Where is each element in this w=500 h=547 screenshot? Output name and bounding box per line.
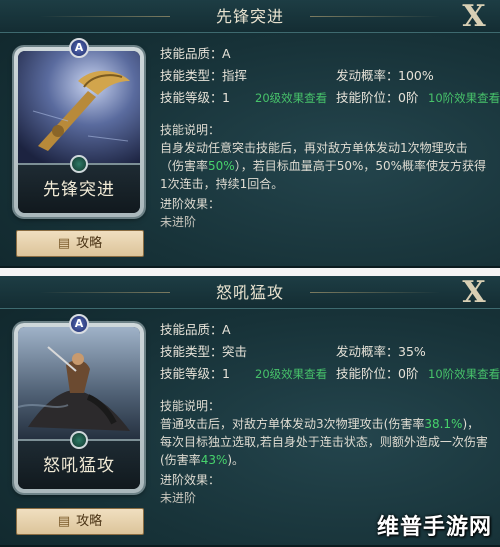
rank-effect-link[interactable]: 10阶效果查看 xyxy=(428,365,500,383)
guide-label: 攻略 xyxy=(76,514,103,529)
book-icon: ▤ xyxy=(57,236,71,251)
level-effect-link[interactable]: 20级效果查看 xyxy=(255,89,327,107)
rank-value: 0阶 xyxy=(398,366,419,381)
skill-card: A 怒吼猛攻 xyxy=(14,314,144,493)
type-label: 技能类型： xyxy=(160,344,223,359)
skill-panel-2: 怒吼猛攻 X A 怒吼猛攻 ▤ 攻略 技能品质： A 技能类型： 突击 发动概率… xyxy=(0,276,500,547)
desc-label: 技能说明： xyxy=(160,123,221,137)
skill-description: 技能说明： 自身发动任意突击技能后，再对敌方单体发动1次物理攻击 （伤害率50%… xyxy=(160,121,490,231)
trigger-value: 100% xyxy=(398,68,434,83)
skill-panel-1: 先锋突进 X A 先锋突进 ▤ 攻略 技能品质： A 技能类型： 指挥 发动概率… xyxy=(0,0,500,268)
skill-art-image xyxy=(18,327,140,439)
advance-value: 未进阶 xyxy=(160,491,197,505)
quality-label: 技能品质： xyxy=(160,322,223,337)
type-value: 突击 xyxy=(222,344,248,359)
desc-line: 1次连击，持续1回合。 xyxy=(160,177,284,191)
trigger-value: 35% xyxy=(398,344,426,359)
skill-art-image xyxy=(18,51,140,163)
level-label: 技能等级： xyxy=(160,366,223,381)
skill-description: 技能说明： 普通攻击后，对敌方单体发动3次物理攻击(伤害率38.1%)， 每次目… xyxy=(160,397,490,507)
advance-label: 进阶效果： xyxy=(160,473,221,487)
desc-line: （伤害率50%），若目标血量高于50%，50%概率使友方获得 xyxy=(160,159,487,173)
desc-line: 普通攻击后，对敌方单体发动3次物理攻击(伤害率38.1%)， xyxy=(160,417,480,431)
desc-line: (伤害率43%)。 xyxy=(160,453,245,467)
level-label: 技能等级： xyxy=(160,90,223,105)
type-label: 技能类型： xyxy=(160,68,223,83)
trigger-label: 发动概率： xyxy=(336,344,399,359)
quality-badge: A xyxy=(69,38,89,58)
advance-value: 未进阶 xyxy=(160,215,197,229)
desc-line: 自身发动任意突击技能后，再对敌方单体发动1次物理攻击 xyxy=(160,141,468,155)
quality-label: 技能品质： xyxy=(160,46,223,61)
level-value: 1 xyxy=(222,90,230,105)
skill-type-icon xyxy=(70,431,88,449)
rank-label: 技能阶位： xyxy=(336,90,399,105)
guide-button[interactable]: ▤ 攻略 xyxy=(16,230,144,257)
quality-value: A xyxy=(222,322,231,337)
book-icon: ▤ xyxy=(57,514,71,529)
desc-line: 每次目标独立选取,若自身处于连击状态，则额外造成一次伤害 xyxy=(160,435,488,449)
panel-title: 怒吼猛攻 xyxy=(0,276,500,309)
close-button[interactable]: X xyxy=(454,1,494,33)
skill-type-icon xyxy=(70,155,88,173)
level-effect-link[interactable]: 20级效果查看 xyxy=(255,365,327,383)
guide-label: 攻略 xyxy=(76,236,103,251)
quality-value: A xyxy=(222,46,231,61)
panel-divider xyxy=(0,268,500,276)
site-watermark: 维普手游网 xyxy=(376,515,492,540)
advance-label: 进阶效果： xyxy=(160,197,221,211)
level-value: 1 xyxy=(222,366,230,381)
type-value: 指挥 xyxy=(222,68,248,83)
skill-card: A 先锋突进 xyxy=(14,38,144,217)
rank-effect-link[interactable]: 10阶效果查看 xyxy=(428,89,500,107)
close-button[interactable]: X xyxy=(454,277,494,309)
panel-title: 先锋突进 xyxy=(0,0,500,33)
quality-badge: A xyxy=(69,314,89,334)
guide-button[interactable]: ▤ 攻略 xyxy=(16,508,144,535)
rank-value: 0阶 xyxy=(398,90,419,105)
desc-label: 技能说明： xyxy=(160,399,221,413)
trigger-label: 发动概率： xyxy=(336,68,399,83)
rank-label: 技能阶位： xyxy=(336,366,399,381)
